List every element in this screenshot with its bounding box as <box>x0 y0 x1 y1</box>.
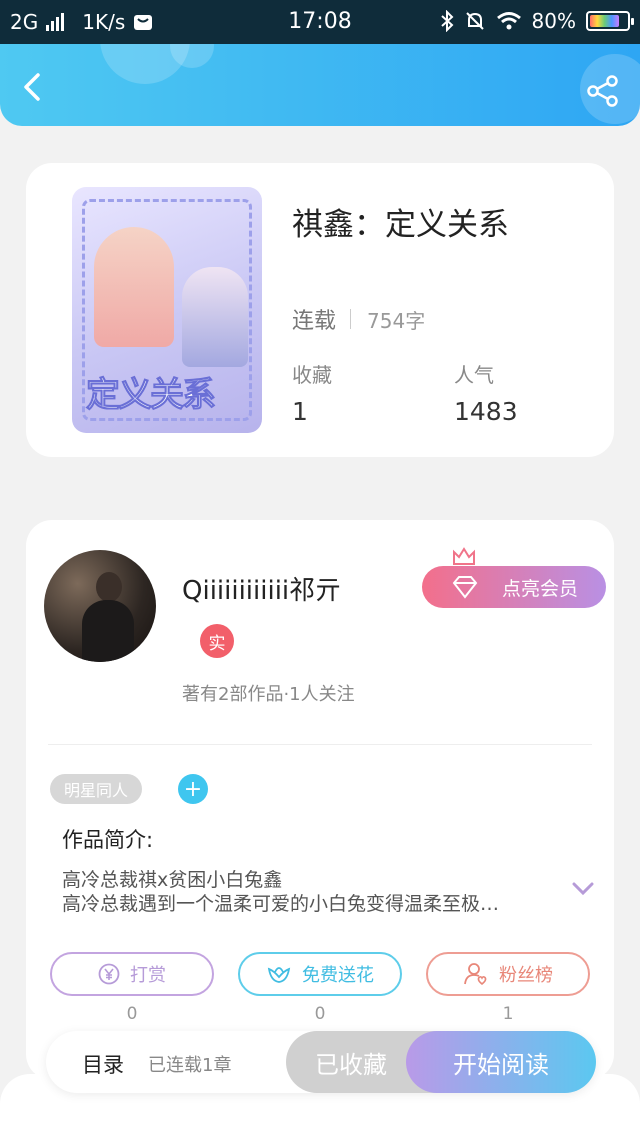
start-reading-label: 开始阅读 <box>453 1050 549 1079</box>
book-cover[interactable]: 定义关系 <box>72 187 262 433</box>
popularity-label: 人气 <box>454 363 494 387</box>
header-bar <box>0 44 640 126</box>
vip-button[interactable]: 点亮会员 <box>422 566 606 608</box>
status-bar: 2G 1K/s 17:08 80% <box>0 0 640 44</box>
author-works-info: 著有2部作品·1人关注 <box>182 684 355 705</box>
wifi-icon <box>496 12 521 30</box>
diamond-icon <box>452 576 478 599</box>
divider <box>48 744 592 745</box>
vip-label: 点亮会员 <box>501 577 578 600</box>
bottom-bar: 目录 已连载1章 已收藏 开始阅读 <box>46 1031 596 1093</box>
add-tag-button[interactable]: + <box>178 774 208 804</box>
favorited-label: 已收藏 <box>315 1050 387 1079</box>
book-status-row: 连载 754字 <box>292 303 425 335</box>
send-flower-label: 免费送花 <box>302 965 374 986</box>
intro-line: 高冷总裁遇到一个温柔可爱的小白兔变得温柔至极… <box>62 893 500 915</box>
intro-heading: 作品简介: <box>62 828 154 852</box>
favorites-label: 收藏 <box>292 363 332 387</box>
favorites-value: 1 <box>292 397 308 426</box>
mute-icon <box>465 12 484 30</box>
cover-figure <box>94 227 174 347</box>
tag-chip[interactable]: 明星同人 <box>50 774 143 804</box>
reward-button[interactable]: 打赏 <box>50 952 214 996</box>
popularity-value: 1483 <box>454 397 518 426</box>
crown-icon <box>453 547 475 565</box>
reward-label: 打赏 <box>130 965 166 986</box>
cover-figure <box>182 267 248 367</box>
book-title: 祺鑫：定义关系 <box>292 207 509 243</box>
verified-badge: 实 <box>200 624 234 658</box>
fan-rank-button[interactable]: 粉丝榜 <box>426 952 590 996</box>
flower-count: 0 <box>314 1004 326 1024</box>
serial-status: 连载 <box>292 309 337 334</box>
intro-text[interactable]: 高冷总裁祺x贫困小白兔鑫 高冷总裁遇到一个温柔可爱的小白兔变得温柔至极… <box>62 868 552 916</box>
chevron-down-icon[interactable] <box>572 882 594 896</box>
serial-chapter-count[interactable]: 已连载1章 <box>148 1051 231 1077</box>
fan-rank-label: 粉丝榜 <box>499 965 553 986</box>
back-button[interactable] <box>18 72 48 102</box>
divider <box>350 309 352 329</box>
start-reading-button[interactable]: 开始阅读 <box>406 1031 596 1093</box>
battery-percent: 80% <box>531 9 576 33</box>
bluetooth-icon <box>440 10 453 32</box>
intro-line: 高冷总裁祺x贫困小白兔鑫 <box>62 869 283 891</box>
fan-icon <box>464 963 487 986</box>
word-count: 754字 <box>367 308 426 333</box>
flower-icon <box>267 967 291 983</box>
book-info-card: 定义关系 祺鑫：定义关系 连载 754字 收藏 1 人气 1483 <box>26 163 614 457</box>
send-flower-button[interactable]: 免费送花 <box>238 952 402 996</box>
yen-icon <box>98 963 120 985</box>
share-button[interactable] <box>586 74 620 108</box>
cover-title: 定义关系 <box>86 375 217 416</box>
author-name[interactable]: Qiiiiiiiiiiii祁亓 <box>182 570 341 607</box>
toc-button[interactable]: 目录 <box>82 1049 124 1079</box>
status-right: 80% <box>440 9 634 33</box>
battery-icon <box>586 11 634 31</box>
author-card: Qiiiiiiiiiiii祁亓 实 著有2部作品·1人关注 点亮会员 明星同人 … <box>26 520 614 1080</box>
fan-count: 1 <box>502 1004 514 1024</box>
reward-count: 0 <box>126 1004 138 1024</box>
avatar[interactable] <box>44 550 156 662</box>
